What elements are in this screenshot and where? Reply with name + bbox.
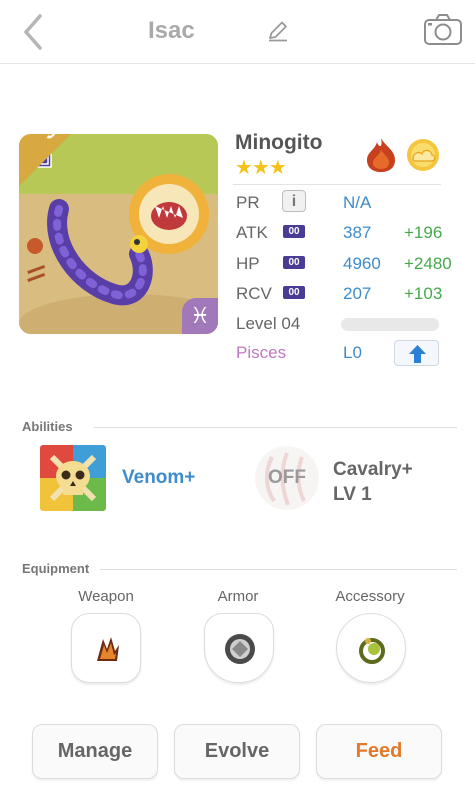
equipment-section-title: Equipment (22, 561, 90, 576)
rcv-plus-tag: 00 (283, 286, 305, 299)
ability-cavalry-name-line1: Cavalry+ (333, 459, 413, 480)
skull-icon (40, 445, 106, 511)
accessory-slot-button[interactable] (336, 613, 406, 683)
monster-portrait[interactable]: R Super ♓ (19, 134, 218, 334)
hp-bonus: +2480 (404, 254, 452, 273)
camera-icon (424, 14, 462, 45)
ability-venom-name: Venom+ (122, 467, 196, 488)
hp-value: 4960 (343, 254, 381, 273)
pencil-icon (269, 21, 287, 42)
manage-button[interactable]: Manage (32, 724, 158, 779)
edit-name-button[interactable] (265, 18, 291, 44)
sign-level-value: L0 (343, 343, 362, 362)
weapon-label: Weapon (78, 588, 134, 605)
atk-plus-tag: 00 (283, 225, 305, 238)
claw-weapon-icon (97, 637, 119, 661)
evolve-button[interactable]: Evolve (174, 724, 300, 779)
ability-cavalry-level: LV 1 (333, 484, 372, 505)
weapon-slot-button[interactable] (71, 613, 141, 683)
chevron-left-icon (24, 14, 42, 50)
armor-label: Armor (217, 588, 259, 605)
level-progress-bar (341, 318, 439, 331)
star-rating: ★★★ (235, 157, 287, 179)
stats-divider (233, 184, 441, 185)
equipment-divider (100, 569, 457, 570)
hp-plus-tag: 00 (283, 256, 305, 269)
cloud-element-icon (407, 139, 439, 171)
pisces-sign-icon: ♓ (182, 298, 218, 334)
rcv-bonus: +103 (404, 284, 443, 303)
rcv-value: 207 (343, 284, 372, 303)
ability-cavalry-name: Cavalry+ LV 1 (333, 457, 413, 507)
armor-orb-icon (225, 634, 255, 664)
monster-name: Minogito (235, 131, 323, 154)
pr-info-button[interactable]: i (282, 190, 306, 212)
pr-row: PR i N/A (236, 190, 446, 216)
back-button[interactable] (18, 12, 52, 52)
page-title: Isac (148, 17, 195, 44)
camera-button[interactable] (423, 13, 463, 47)
rcv-row: RCV 00 207 +103 (236, 281, 446, 307)
abilities-divider (94, 427, 457, 428)
feed-button[interactable]: Feed (316, 724, 442, 779)
atk-bonus: +196 (404, 223, 443, 242)
atk-value: 387 (343, 223, 372, 242)
armor-slot-button[interactable] (204, 613, 274, 683)
rcv-label: RCV (236, 284, 272, 303)
pr-value: N/A (343, 193, 372, 212)
level-row: Level 04 (236, 311, 446, 337)
sign-upgrade-button[interactable] (394, 340, 439, 366)
top-bar: Isac (0, 0, 475, 64)
abilities-section-title: Abilities (22, 419, 73, 434)
sign-row: Pisces L0 (236, 340, 446, 366)
fire-element-icon (367, 138, 395, 172)
hp-row: HP 00 4960 +2480 (236, 251, 452, 277)
accessory-label: Accessory (335, 588, 405, 605)
sign-label: Pisces (236, 343, 287, 362)
atk-row: ATK 00 387 +196 (236, 220, 446, 246)
pr-label: PR (236, 193, 260, 212)
arrow-up-icon (409, 345, 426, 363)
ability-venom-button[interactable] (40, 445, 106, 511)
level-label: Level 04 (236, 314, 301, 333)
hp-label: HP (236, 254, 260, 273)
ability-cavalry-status: OFF (268, 467, 306, 488)
gem-ring-icon (359, 638, 385, 664)
atk-label: ATK (236, 223, 268, 242)
